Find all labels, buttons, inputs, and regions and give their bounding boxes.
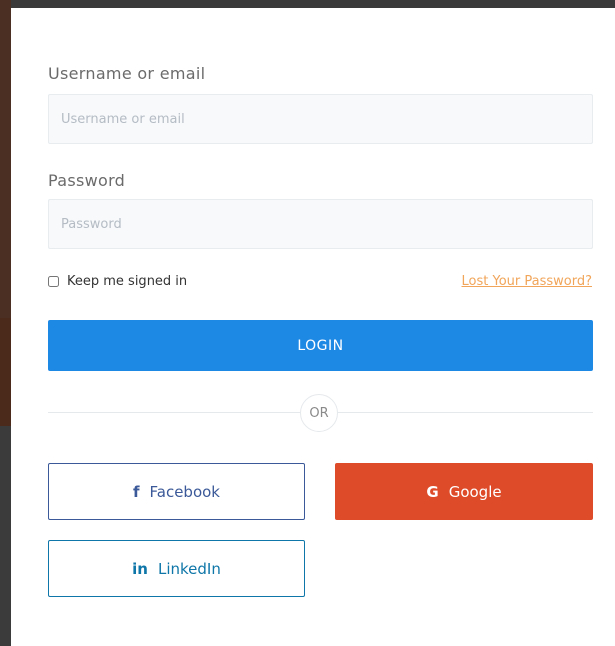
remember-checkbox[interactable] xyxy=(48,276,59,287)
username-input[interactable] xyxy=(48,94,593,144)
login-button[interactable]: LOGIN xyxy=(48,320,593,371)
facebook-icon: f xyxy=(132,482,140,501)
google-icon: G xyxy=(426,482,439,501)
password-input[interactable] xyxy=(48,199,593,249)
facebook-login-button[interactable]: f Facebook xyxy=(48,463,305,520)
password-label: Password xyxy=(48,171,126,190)
linkedin-login-button[interactable]: in LinkedIn xyxy=(48,540,305,597)
lost-password-link[interactable]: Lost Your Password? xyxy=(462,274,592,289)
google-label: Google xyxy=(448,482,502,501)
or-text: OR xyxy=(309,405,329,421)
or-separator: OR xyxy=(300,394,338,432)
username-label: Username or email xyxy=(48,64,206,83)
backdrop-top xyxy=(0,0,615,8)
backdrop-left xyxy=(0,0,11,646)
facebook-label: Facebook xyxy=(149,482,220,501)
linkedin-icon: in xyxy=(132,559,148,578)
google-login-button[interactable]: G Google xyxy=(335,463,593,520)
linkedin-label: LinkedIn xyxy=(157,559,221,578)
remember-label: Keep me signed in xyxy=(67,274,188,289)
remember-me[interactable]: Keep me signed in xyxy=(48,274,187,289)
login-modal: Username or email Password Keep me signe… xyxy=(11,8,615,638)
